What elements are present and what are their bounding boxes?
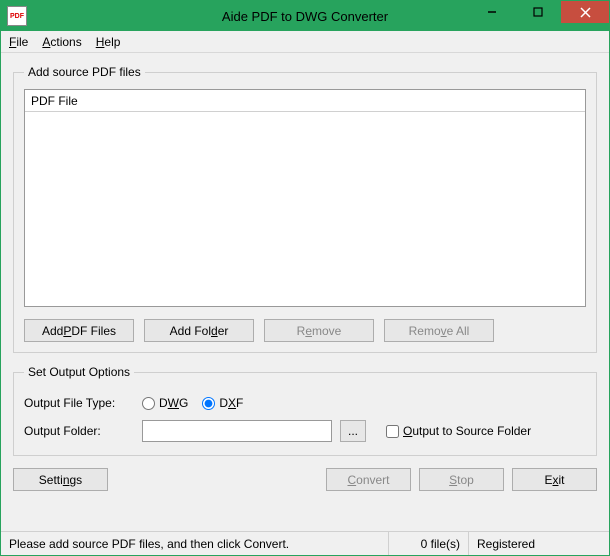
- output-to-source-checkbox[interactable]: Output to Source Folder: [386, 424, 531, 438]
- output-to-source-input[interactable]: [386, 425, 399, 438]
- client-area: Add source PDF files PDF File Add PDF Fi…: [1, 53, 609, 531]
- exit-button[interactable]: Exit: [512, 468, 597, 491]
- file-list-header[interactable]: PDF File: [25, 90, 585, 112]
- window-controls: [469, 1, 609, 31]
- menu-file[interactable]: File: [9, 35, 28, 49]
- add-folder-button[interactable]: Add Folder: [144, 319, 254, 342]
- file-list[interactable]: PDF File: [24, 89, 586, 307]
- menu-help-rest: elp: [104, 35, 120, 49]
- status-message: Please add source PDF files, and then cl…: [1, 532, 389, 555]
- stop-button[interactable]: Stop: [419, 468, 504, 491]
- radio-dxf[interactable]: DXF: [202, 396, 243, 410]
- window-title: Aide PDF to DWG Converter: [222, 9, 388, 24]
- bottom-button-row: Settings Convert Stop Exit: [13, 464, 597, 499]
- radio-dwg-label: DWG: [159, 396, 188, 410]
- radio-dxf-label: DXF: [219, 396, 243, 410]
- menu-actions-rest: ctions: [50, 35, 81, 49]
- radio-dxf-input[interactable]: [202, 397, 215, 410]
- menu-actions[interactable]: Actions: [42, 35, 81, 49]
- close-icon: [580, 7, 591, 18]
- file-type-radio-group: DWG DXF: [142, 396, 243, 410]
- remove-all-button[interactable]: Remove All: [384, 319, 494, 342]
- titlebar[interactable]: PDF Aide PDF to DWG Converter: [1, 1, 609, 31]
- column-header-pdf-file: PDF File: [31, 94, 78, 108]
- settings-button[interactable]: Settings: [13, 468, 108, 491]
- app-icon-text: PDF: [10, 13, 24, 20]
- remove-button[interactable]: Remove: [264, 319, 374, 342]
- output-options-legend: Set Output Options: [24, 365, 134, 379]
- maximize-button[interactable]: [515, 1, 561, 23]
- status-file-count: 0 file(s): [389, 532, 469, 555]
- browse-folder-button[interactable]: ...: [340, 420, 366, 442]
- source-files-group: Add source PDF files PDF File Add PDF Fi…: [13, 65, 597, 353]
- minimize-icon: [487, 7, 497, 17]
- output-folder-input[interactable]: [142, 420, 332, 442]
- source-buttons-row: Add PDF Files Add Folder Remove Remove A…: [24, 319, 586, 342]
- app-window: PDF Aide PDF to DWG Converter File Actio…: [0, 0, 610, 556]
- close-button[interactable]: [561, 1, 609, 23]
- minimize-button[interactable]: [469, 1, 515, 23]
- radio-dwg-input[interactable]: [142, 397, 155, 410]
- output-folder-row: Output Folder: ... Output to Source Fold…: [24, 417, 586, 445]
- add-pdf-files-button[interactable]: Add PDF Files: [24, 319, 134, 342]
- statusbar: Please add source PDF files, and then cl…: [1, 531, 609, 555]
- menubar: File Actions Help: [1, 31, 609, 53]
- file-type-row: Output File Type: DWG DXF: [24, 389, 586, 417]
- output-options-group: Set Output Options Output File Type: DWG…: [13, 365, 597, 456]
- radio-dwg[interactable]: DWG: [142, 396, 188, 410]
- output-folder-label: Output Folder:: [24, 424, 134, 438]
- source-files-legend: Add source PDF files: [24, 65, 145, 79]
- file-type-label: Output File Type:: [24, 396, 134, 410]
- convert-button[interactable]: Convert: [326, 468, 411, 491]
- app-icon: PDF: [7, 6, 27, 26]
- maximize-icon: [533, 7, 543, 17]
- menu-file-rest: ile: [16, 35, 28, 49]
- output-to-source-label: Output to Source Folder: [403, 424, 531, 438]
- status-registration: Registered: [469, 532, 609, 555]
- menu-help[interactable]: Help: [96, 35, 121, 49]
